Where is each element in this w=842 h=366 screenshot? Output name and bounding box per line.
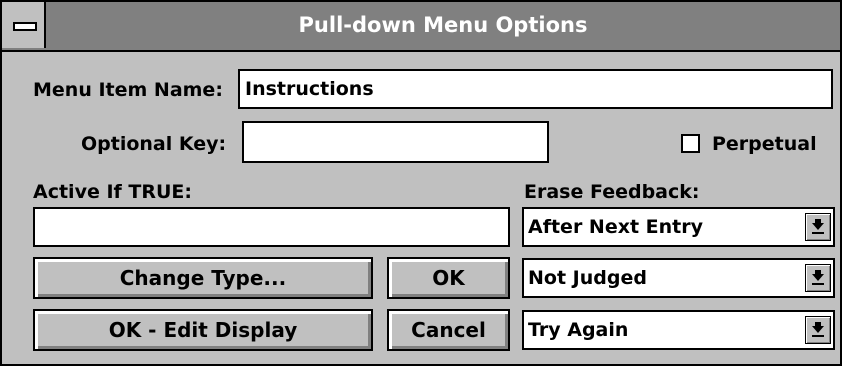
dropdown-arrow-icon[interactable] bbox=[805, 316, 831, 344]
erase-feedback-dropdown[interactable]: After Next Entry bbox=[522, 207, 835, 247]
dropdown-arrow-icon[interactable] bbox=[805, 264, 831, 292]
window-title: Pull-down Menu Options bbox=[298, 13, 588, 37]
perpetual-label[interactable]: Perpetual bbox=[712, 132, 817, 156]
ok-label: OK bbox=[432, 266, 465, 290]
dropdown-arrow-icon[interactable] bbox=[805, 213, 831, 241]
active-if-true-label: Active If TRUE: bbox=[33, 181, 192, 203]
optional-key-input[interactable] bbox=[242, 121, 549, 163]
pull-down-menu-options-dialog: Pull-down Menu Options Menu Item Name: I… bbox=[0, 0, 842, 366]
menu-item-name-label: Menu Item Name: bbox=[33, 79, 223, 101]
change-type-button[interactable]: Change Type... bbox=[33, 257, 373, 299]
cancel-label: Cancel bbox=[411, 318, 486, 342]
judgement-dropdown[interactable]: Not Judged bbox=[522, 258, 835, 298]
optional-key-label: Optional Key: bbox=[81, 133, 227, 155]
erase-feedback-value: After Next Entry bbox=[528, 216, 704, 238]
cancel-button[interactable]: Cancel bbox=[387, 309, 510, 351]
system-menu-button[interactable] bbox=[2, 2, 46, 48]
title-bar: Pull-down Menu Options bbox=[2, 2, 840, 52]
judgement-value: Not Judged bbox=[528, 267, 647, 289]
erase-feedback-label: Erase Feedback: bbox=[524, 181, 700, 203]
active-if-true-input[interactable] bbox=[33, 207, 510, 247]
try-again-dropdown[interactable]: Try Again bbox=[522, 310, 835, 350]
perpetual-checkbox[interactable] bbox=[681, 134, 700, 153]
try-again-value: Try Again bbox=[528, 319, 629, 341]
change-type-label: Change Type... bbox=[119, 266, 287, 290]
ok-edit-display-label: OK - Edit Display bbox=[108, 318, 298, 342]
ok-edit-display-button[interactable]: OK - Edit Display bbox=[33, 309, 373, 351]
menu-item-name-input[interactable]: Instructions bbox=[238, 69, 833, 109]
minus-bar-icon bbox=[13, 22, 37, 31]
ok-button[interactable]: OK bbox=[387, 257, 510, 299]
